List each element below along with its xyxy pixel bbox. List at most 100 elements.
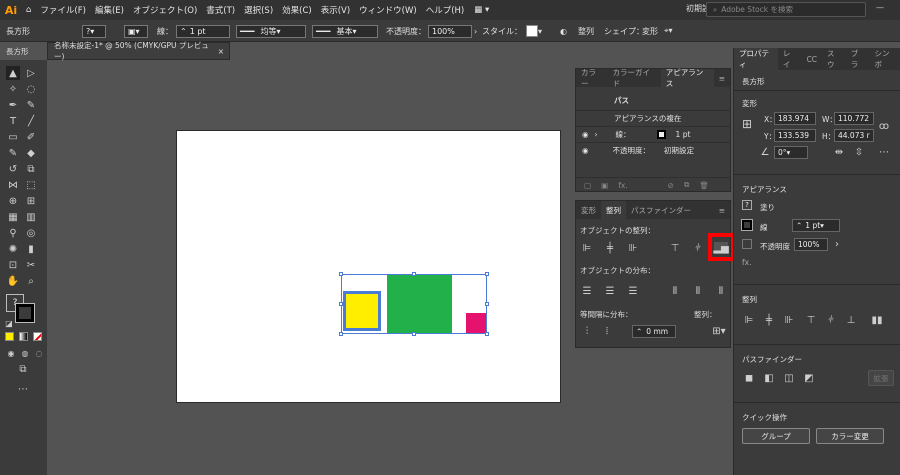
artboard-tool-icon[interactable]: ⊡ bbox=[6, 258, 20, 272]
style-swatch[interactable]: ▾ bbox=[526, 24, 542, 38]
constrain-proportions-icon[interactable]: ꝏ bbox=[877, 120, 891, 132]
distribute-vcenter-icon[interactable]: ☰ bbox=[603, 285, 617, 297]
align-left-icon[interactable]: ⊫ bbox=[580, 242, 594, 254]
eraser-icon[interactable]: ◆ bbox=[24, 146, 38, 160]
fx-icon[interactable]: fx. bbox=[618, 181, 627, 190]
minimize-icon[interactable]: — bbox=[876, 3, 884, 12]
distribute-hcenter-icon[interactable]: ⦀ bbox=[691, 285, 705, 297]
menu-file[interactable]: ファイル(F) bbox=[40, 4, 86, 16]
menu-effect[interactable]: 効果(C) bbox=[282, 4, 312, 16]
distribute-bottom-icon[interactable]: ☰ bbox=[626, 285, 640, 297]
angle-input[interactable]: 0° ▾ bbox=[774, 146, 808, 159]
blend-tool-icon[interactable]: ◎ bbox=[24, 226, 38, 240]
menu-help[interactable]: ヘルプ(H) bbox=[426, 4, 465, 16]
swap-colors-icon[interactable]: ◪ bbox=[2, 316, 16, 330]
type-tool-icon[interactable]: T bbox=[6, 114, 20, 128]
group-button[interactable]: グループ bbox=[742, 428, 810, 444]
appearance-row-stack[interactable]: アピアランスの複在 bbox=[576, 110, 730, 125]
bbox-handle[interactable] bbox=[412, 272, 416, 276]
align-top-icon[interactable]: ⊤ bbox=[668, 242, 682, 254]
stock-search-input[interactable]: ⌕ Adobe Stock を検索 bbox=[706, 2, 866, 17]
width-tool-icon[interactable]: ⋈ bbox=[6, 178, 20, 192]
gradient-mode-button[interactable] bbox=[19, 332, 28, 341]
tab-properties[interactable]: プロパティ bbox=[734, 48, 778, 70]
trash-icon[interactable]: 🗑 bbox=[699, 181, 709, 190]
panel-menu-icon[interactable]: ≡ bbox=[714, 74, 730, 83]
bbox-handle[interactable] bbox=[339, 302, 343, 306]
prop-align-top-icon[interactable]: ⊤ bbox=[804, 314, 818, 326]
artboard[interactable] bbox=[176, 130, 561, 403]
gradient-tool-icon[interactable]: ▥ bbox=[24, 210, 38, 224]
duplicate-item-icon[interactable]: ⧉ bbox=[684, 180, 689, 190]
mesh-tool-icon[interactable]: ▦ bbox=[6, 210, 20, 224]
rotate-tool-icon[interactable]: ↺ bbox=[6, 162, 20, 176]
bbox-handle[interactable] bbox=[485, 302, 489, 306]
prop-align-right-icon[interactable]: ⊪ bbox=[782, 314, 796, 326]
perspective-grid-icon[interactable]: ⊞ bbox=[24, 194, 38, 208]
selection-tool-icon[interactable]: ▲ bbox=[6, 66, 20, 80]
align-to-selection-icon[interactable]: ⊞▾ bbox=[712, 325, 726, 337]
align-label[interactable]: 整列 bbox=[578, 24, 594, 38]
variable-width-profile[interactable]: ━━━ 均等 ▾ bbox=[236, 24, 306, 38]
rectangle-tool-icon[interactable]: ▭ bbox=[6, 130, 20, 144]
visibility-eye-icon[interactable]: ◉ bbox=[582, 146, 589, 155]
flip-vertical-icon[interactable]: ⇳ bbox=[852, 146, 866, 158]
symbol-sprayer-icon[interactable]: ✺ bbox=[6, 242, 20, 256]
bbox-handle[interactable] bbox=[339, 272, 343, 276]
panel-menu-icon[interactable]: ≡ bbox=[714, 206, 730, 215]
graph-tool-icon[interactable]: ▮ bbox=[24, 242, 38, 256]
tab-symbols[interactable]: シンボ bbox=[869, 48, 900, 70]
more-tools-icon[interactable]: ⋯ bbox=[16, 382, 30, 396]
stroke-swatch[interactable]: ▣▾ bbox=[124, 24, 148, 38]
distribute-top-icon[interactable]: ☰ bbox=[580, 285, 594, 297]
color-mode-button[interactable] bbox=[5, 332, 14, 341]
menu-select[interactable]: 選択(S) bbox=[244, 4, 273, 16]
brush-definition[interactable]: ━━━ 基本 ▾ bbox=[312, 24, 378, 38]
tab-layers[interactable]: レイ bbox=[778, 48, 802, 70]
distribute-right-icon[interactable]: ⦀ bbox=[714, 285, 728, 297]
more-options-icon[interactable]: ⋯ bbox=[877, 146, 891, 158]
appearance-row-value[interactable]: 1 pt bbox=[676, 130, 691, 139]
draw-behind-icon[interactable]: ◍ bbox=[18, 346, 32, 360]
tab-transform[interactable]: 変形 bbox=[576, 205, 601, 216]
recolor-icon[interactable]: ◐ bbox=[560, 24, 567, 38]
prop-align-more-icon[interactable]: ▮▮ bbox=[870, 314, 884, 326]
tab-cc-libraries[interactable]: CC bbox=[802, 55, 822, 64]
stroke-swatch[interactable] bbox=[656, 129, 666, 139]
pathfinder-unite-icon[interactable]: ◼ bbox=[742, 372, 756, 384]
fill-swatch-icon[interactable]: ? bbox=[742, 200, 752, 210]
close-icon[interactable]: × bbox=[218, 47, 224, 56]
appearance-row-opacity[interactable]: ◉ 不透明度： 初期設定 bbox=[576, 142, 730, 157]
tab-brushes[interactable]: ブラ bbox=[846, 48, 870, 70]
bbox-handle[interactable] bbox=[339, 332, 343, 336]
free-transform-icon[interactable]: ⬚ bbox=[24, 178, 38, 192]
flip-horizontal-icon[interactable]: ⇹ bbox=[832, 146, 846, 158]
none-mode-button[interactable] bbox=[33, 332, 42, 341]
draw-inside-icon[interactable]: ◌ bbox=[32, 346, 46, 360]
tab-appearance[interactable]: アピアランス bbox=[660, 68, 714, 88]
zoom-tool-icon[interactable]: ⌕ bbox=[24, 274, 38, 288]
distribute-vspace-icon[interactable]: ⫶ bbox=[580, 325, 594, 337]
magic-wand-icon[interactable]: ✧ bbox=[6, 82, 20, 96]
bbox-handle[interactable] bbox=[485, 332, 489, 336]
menu-window[interactable]: ウィンドウ(W) bbox=[359, 4, 417, 16]
shape-builder-icon[interactable]: ⊕ bbox=[6, 194, 20, 208]
scale-tool-icon[interactable]: ⧉ bbox=[24, 162, 38, 176]
stroke-weight-field[interactable]: ⌃ 1 pt bbox=[176, 24, 230, 38]
direct-selection-tool-icon[interactable]: ▷ bbox=[24, 66, 38, 80]
appearance-row-stroke[interactable]: ◉ › 線： 1 pt bbox=[576, 126, 730, 141]
opacity-field[interactable]: 100% bbox=[428, 24, 472, 38]
paintbrush-icon[interactable]: ✐ bbox=[24, 130, 38, 144]
spacing-input[interactable]: ⌃ 0 mm bbox=[632, 325, 676, 338]
isolate-icon[interactable]: ⌖▾ bbox=[664, 24, 673, 38]
pathfinder-exclude-icon[interactable]: ◩ bbox=[802, 372, 816, 384]
tab-pathfinder[interactable]: パスファインダー bbox=[626, 205, 696, 216]
stroke-weight-input[interactable]: ⌃ 1 pt ▾ bbox=[792, 219, 840, 232]
tab-color[interactable]: カラー bbox=[576, 67, 608, 89]
clear-appearance-icon[interactable]: ⊘ bbox=[668, 181, 674, 190]
menu-object[interactable]: オブジェクト(O) bbox=[133, 4, 197, 16]
line-tool-icon[interactable]: ╱ bbox=[24, 114, 38, 128]
add-stroke-icon[interactable]: ▢ bbox=[584, 181, 591, 190]
screen-mode-icon[interactable]: ⧉ bbox=[16, 362, 30, 376]
opacity-chevron-icon[interactable]: › bbox=[830, 238, 844, 250]
